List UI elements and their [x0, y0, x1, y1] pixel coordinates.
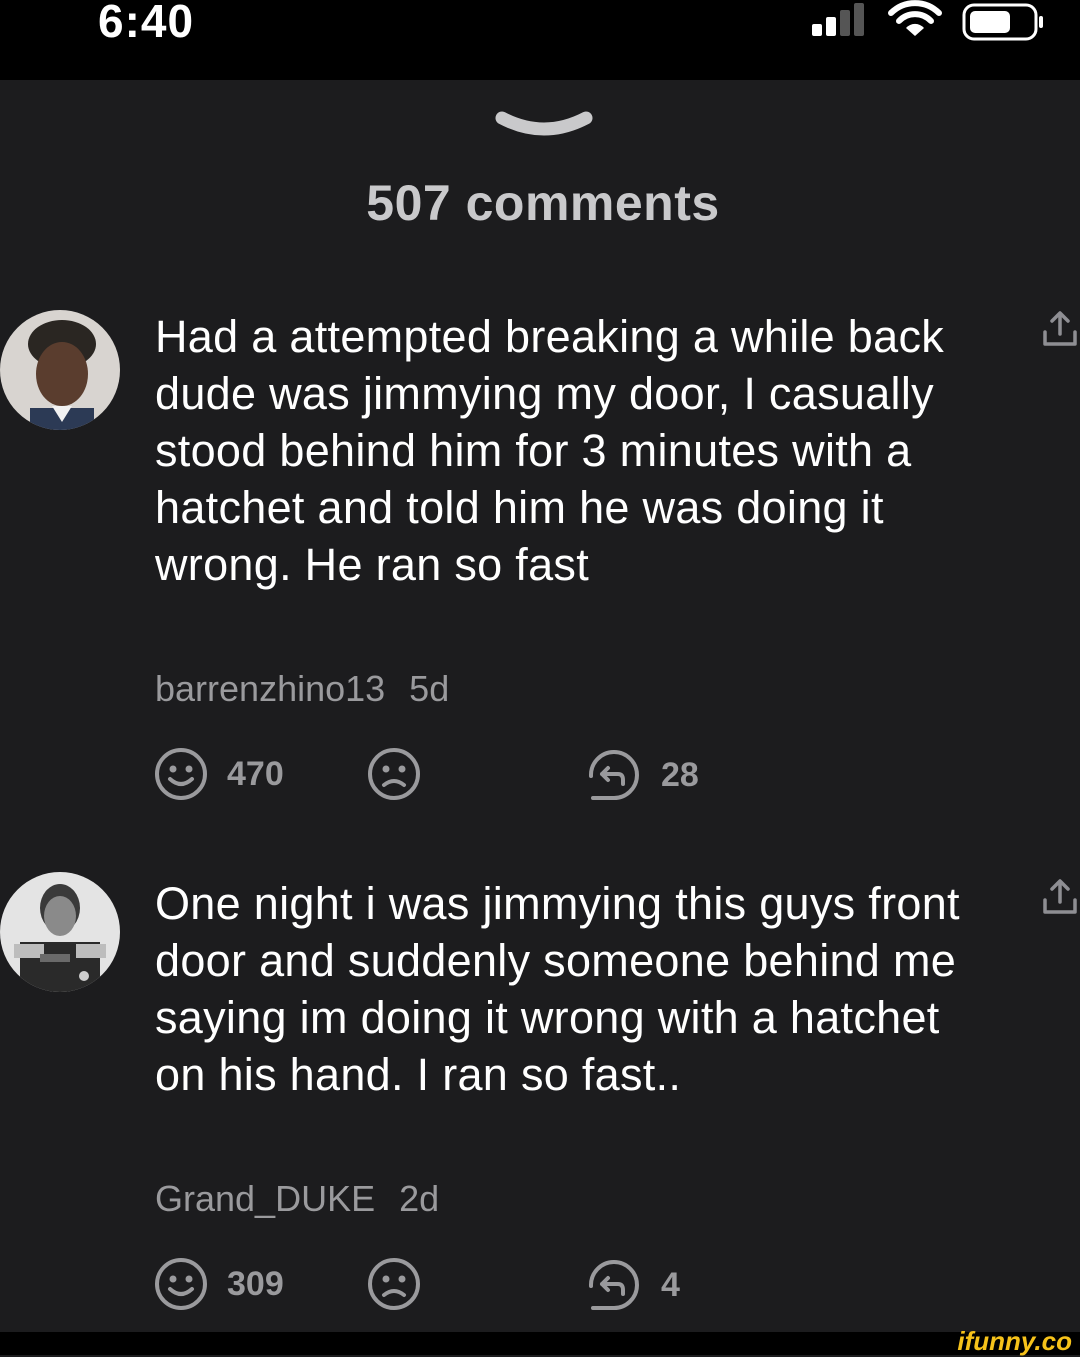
bottom-bar: ifunny.co — [0, 1326, 1080, 1356]
smile-button[interactable]: 470 — [153, 746, 284, 802]
avatar[interactable] — [0, 872, 120, 992]
comment-age: 5d — [409, 668, 450, 709]
frown-icon — [368, 1258, 420, 1310]
status-time: 6:40 — [98, 0, 195, 47]
chevron-down-icon[interactable] — [494, 110, 594, 144]
wifi-icon — [888, 0, 942, 36]
comments-sheet: 507 comments Had a attempted breaking a … — [0, 80, 1080, 1332]
smile-icon — [155, 748, 207, 800]
replies-count: 28 — [661, 755, 699, 794]
reply-icon — [588, 750, 639, 801]
share-icon[interactable] — [1040, 878, 1080, 918]
smile-icon — [155, 1258, 207, 1310]
signal-icon — [812, 3, 864, 36]
frown-icon — [368, 748, 420, 800]
status-bar: 6:40 — [0, 0, 1080, 80]
frown-button[interactable] — [366, 746, 422, 802]
comment-text: One night i was jimmying this guys front… — [155, 878, 960, 1100]
watermark-logo: ifunny.co — [957, 1326, 1072, 1356]
avatar[interactable] — [0, 310, 120, 430]
comment-username[interactable]: barrenzhino13 — [155, 668, 385, 709]
comment-age: 2d — [399, 1178, 440, 1219]
reply-button[interactable]: 28 — [585, 746, 699, 804]
smile-button[interactable]: 309 — [153, 1256, 284, 1312]
comment-username[interactable]: Grand_DUKE — [155, 1178, 375, 1219]
battery-icon — [962, 3, 1043, 41]
replies-count: 4 — [661, 1265, 680, 1304]
comment-meta: Grand_DUKE 2d — [155, 1178, 439, 1220]
share-icon[interactable] — [1040, 310, 1080, 350]
reply-button[interactable]: 4 — [585, 1256, 680, 1314]
comment-meta: barrenzhino13 5d — [155, 668, 449, 710]
frown-button[interactable] — [366, 1256, 422, 1312]
comments-count-title: 507 comments — [366, 175, 720, 231]
smile-count: 309 — [227, 1264, 284, 1303]
reply-icon — [588, 1260, 639, 1311]
comment-text: Had a attempted breaking a while back du… — [155, 311, 945, 590]
smile-count: 470 — [227, 754, 284, 793]
